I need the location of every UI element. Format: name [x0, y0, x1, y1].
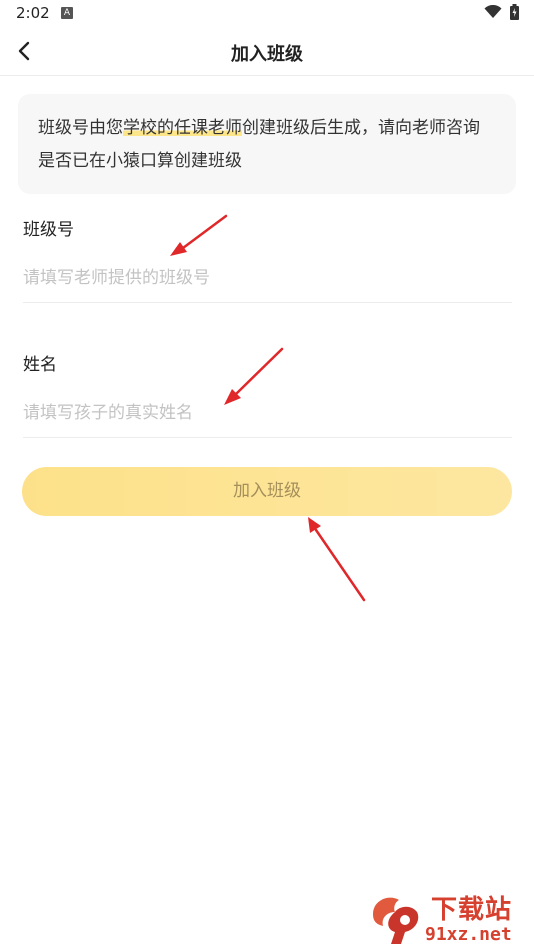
watermark: 下载站 91xz.net [365, 888, 531, 948]
student-name-label: 姓名 [23, 355, 57, 375]
watermark-logo-icon [373, 897, 419, 944]
join-class-button[interactable]: 加入班级 [22, 467, 512, 516]
notice-text-1: 班级号由您 [38, 118, 123, 138]
student-name-input[interactable] [23, 393, 512, 433]
student-name-divider [23, 437, 512, 438]
status-time: 2:02 [16, 4, 50, 22]
watermark-brand: 下载站 [431, 895, 513, 925]
watermark-site: 91xz.net [425, 924, 512, 945]
notification-icon: A [61, 7, 73, 19]
status-bar: 2:02 A [0, 0, 534, 28]
class-number-divider [23, 302, 512, 303]
class-number-label: 班级号 [23, 220, 74, 240]
wifi-icon [484, 5, 502, 18]
notice-highlight-1: 学校的 [123, 118, 174, 138]
page-title: 加入班级 [231, 44, 303, 65]
notice-card: 班级号由您学校的任课老师创建班级后生成，请向老师咨询是否已在小猿口算创建班级 [18, 94, 516, 194]
class-number-input[interactable] [23, 258, 512, 298]
notice-highlight-2: 任课老师 [174, 118, 242, 138]
app-bar: 加入班级 [0, 28, 534, 76]
battery-icon [510, 4, 519, 20]
annotation-arrow-3 [308, 517, 366, 602]
annotation-arrow-1 [170, 214, 228, 256]
